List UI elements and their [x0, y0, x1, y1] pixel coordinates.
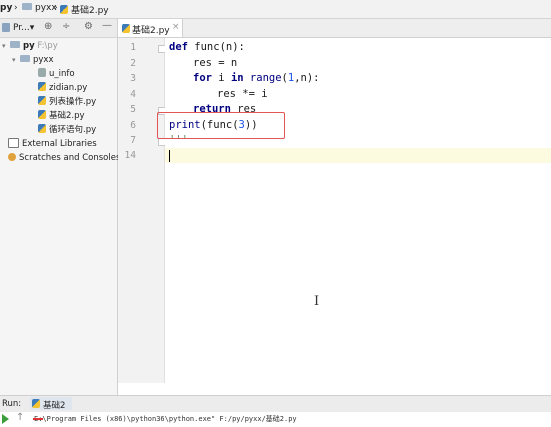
code-editor[interactable]: def func(n): res = n for i in range(1,n)… — [165, 38, 551, 383]
run-tab[interactable]: 基础2 — [30, 397, 72, 411]
project-panel-header: Pr...▾ ⊕ ÷ ⚙ — — [0, 19, 117, 38]
collapse-icon[interactable]: ÷ — [62, 21, 70, 32]
run-icon[interactable] — [2, 414, 9, 424]
current-line-highlight — [165, 148, 551, 163]
minimize-icon[interactable]: — — [102, 20, 112, 31]
editor-tab-bar: 基础2.py × — [118, 19, 551, 38]
project-view-selector[interactable]: Pr...▾ — [13, 23, 34, 33]
tree-file[interactable]: u_info — [38, 68, 75, 81]
line-number: 2 — [130, 58, 136, 69]
line-number: 6 — [130, 120, 136, 131]
annotation-box — [157, 112, 285, 139]
python-file-icon — [32, 399, 40, 408]
scratch-icon — [8, 152, 16, 161]
line-number: 1 — [130, 42, 136, 53]
gear-icon[interactable]: ⚙ — [84, 21, 93, 32]
tree-external-libraries[interactable]: External Libraries — [8, 137, 97, 151]
line-number: 7 — [130, 135, 136, 146]
arrow-up-icon[interactable]: ↑ — [16, 412, 24, 423]
run-tool-window-bar: Run: 基础2 — [0, 395, 551, 413]
text-caret — [169, 150, 170, 162]
tree-file[interactable]: 基础2.py — [38, 110, 85, 123]
python-file-icon — [60, 5, 68, 14]
globe-icon[interactable]: ⊕ — [44, 21, 52, 32]
folder-icon — [22, 3, 32, 10]
project-panel: Pr...▾ ⊕ ÷ ⚙ — ▾ py F:\py ▾ pyxx u_info zi… — [0, 19, 120, 395]
python-file-icon — [38, 110, 46, 119]
i-beam-cursor-icon: I — [314, 294, 320, 309]
folder-icon — [20, 55, 30, 62]
python-file-icon — [122, 24, 130, 33]
breadcrumb-folder[interactable]: pyxx — [22, 3, 57, 13]
tab-label: 基础2.py — [132, 26, 170, 36]
folder-icon — [10, 41, 20, 48]
code-line-4: res *= i — [217, 88, 268, 100]
file-icon — [38, 68, 46, 77]
annotation-mark — [33, 418, 43, 420]
chevron-down-icon: ▾ — [12, 56, 16, 64]
breadcrumb-separator: › — [54, 3, 58, 13]
line-number: 5 — [130, 104, 136, 115]
code-line-2: res = n — [193, 57, 238, 69]
project-icon — [2, 23, 10, 32]
breadcrumb-root[interactable]: py — [0, 3, 12, 13]
line-number: 4 — [130, 89, 136, 100]
run-tab-label: 基础2 — [43, 401, 66, 411]
tree-folder-pyxx[interactable]: ▾ pyxx — [12, 54, 54, 67]
chevron-down-icon: ▾ — [2, 42, 6, 50]
code-line-3: for i in range(1,n): — [193, 72, 320, 84]
line-number: 3 — [130, 73, 136, 84]
tree-scratches[interactable]: Scratches and Consoles — [8, 152, 120, 165]
run-label: Run: — [2, 399, 22, 409]
breadcrumb-file[interactable]: 基础2.py — [60, 3, 109, 16]
python-file-icon — [38, 82, 46, 91]
tree-root[interactable]: ▾ py F:\py — [2, 40, 58, 53]
breadcrumb-separator: › — [14, 3, 18, 13]
close-icon[interactable]: × — [172, 22, 180, 32]
line-number: 14 — [124, 150, 136, 161]
tree-file[interactable]: 循环语句.py — [38, 124, 96, 137]
tab-basics2[interactable]: 基础2.py × — [118, 19, 183, 37]
line-number-gutter: 1 2 3 4 5 6 7 14 — [118, 38, 166, 383]
tree-file[interactable]: zidian.py — [38, 82, 87, 95]
console-output: E:\Program Files (x86)\python36\python.e… — [34, 415, 297, 423]
tree-file[interactable]: 列表操作.py — [38, 96, 96, 109]
python-file-icon — [38, 124, 46, 133]
breadcrumb: py › pyxx › 基础2.py — [0, 0, 551, 19]
python-file-icon — [38, 96, 46, 105]
run-console: ↑ E:\Program Files (x86)\python36\python… — [0, 412, 551, 427]
code-line-1: def func(n): — [169, 41, 245, 53]
library-icon — [8, 137, 19, 148]
